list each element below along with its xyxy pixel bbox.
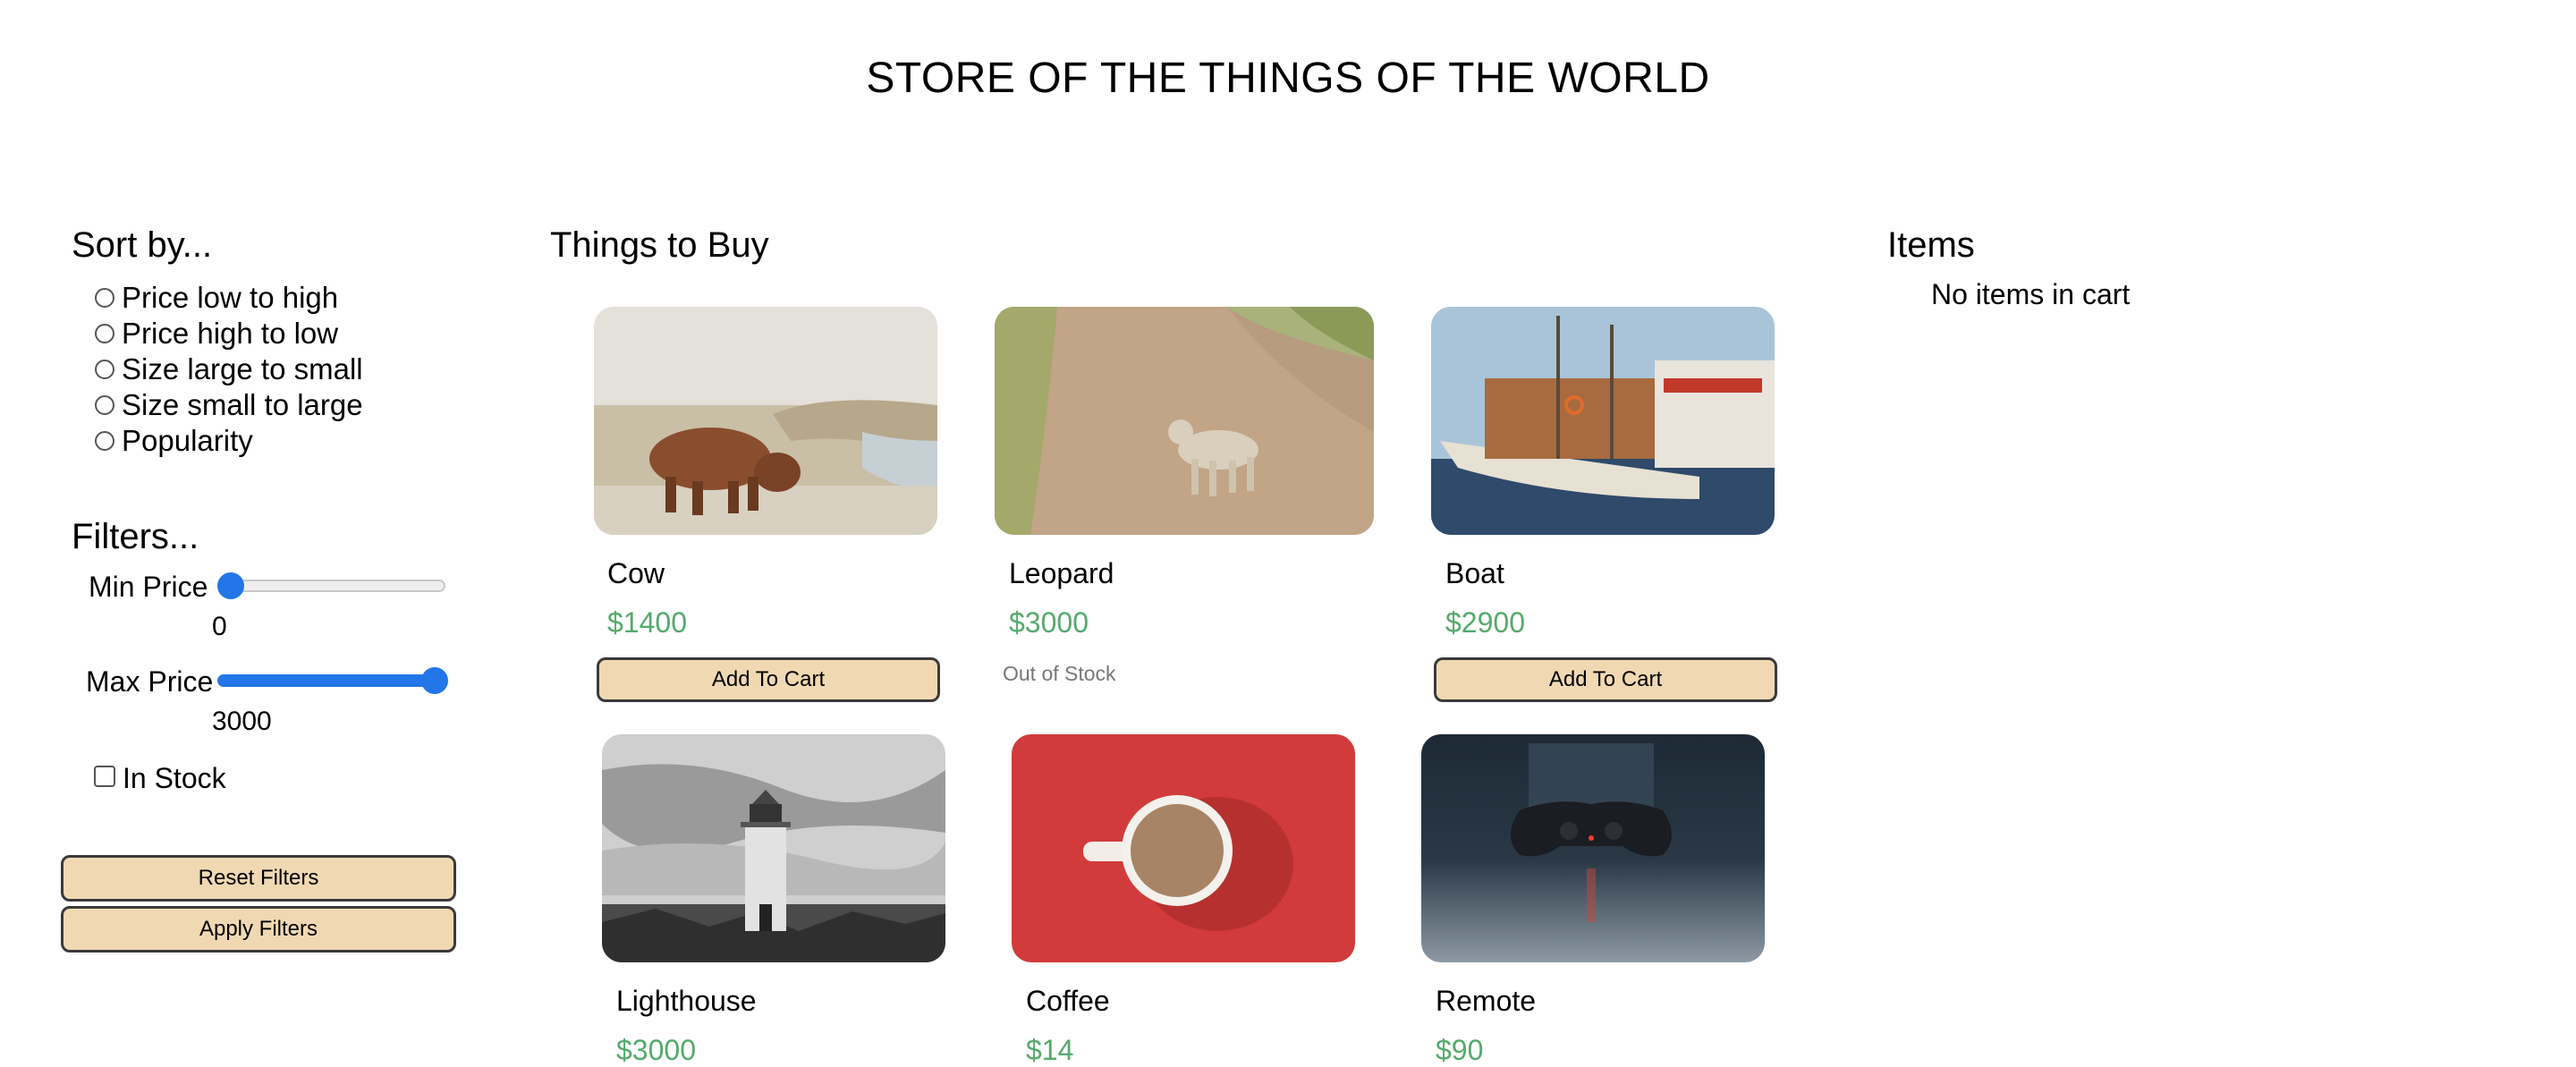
sort-option-label: Popularity [122, 424, 253, 457]
radio-button[interactable] [95, 360, 114, 379]
product-name-lighthouse: Lighthouse [616, 985, 757, 1017]
apply-filters-button[interactable]: Apply Filters [61, 906, 456, 953]
in-stock-label: In Stock [123, 762, 226, 794]
add-to-cart-boat-button[interactable]: Add To Cart [1434, 657, 1777, 702]
product-price-leopard: $3000 [1009, 606, 1089, 639]
leopard-photo [995, 307, 1374, 535]
radio-button[interactable] [95, 395, 114, 415]
sort-heading: Sort by... [72, 225, 213, 265]
min-price-label: Min Price [89, 571, 208, 603]
max-price-value: 3000 [212, 707, 272, 736]
product-price-lighthouse: $3000 [616, 1034, 696, 1066]
things-to-buy-heading: Things to Buy [550, 225, 769, 265]
sort-option-label: Price low to high [122, 281, 339, 314]
radio-button[interactable] [95, 431, 114, 451]
out-of-stock-label: Out of Stock [1003, 662, 1116, 685]
product-name-cow: Cow [607, 557, 665, 589]
boat-photo [1431, 307, 1775, 535]
cart-empty-message: No items in cart [1931, 278, 2131, 310]
filters-heading: Filters... [72, 517, 199, 556]
product-price-boat: $2900 [1445, 606, 1525, 639]
product-name-coffee: Coffee [1026, 985, 1110, 1017]
min-price-slider-thumb[interactable] [217, 572, 244, 599]
sort-option-size-large-small[interactable]: Size large to small [95, 351, 363, 387]
product-price-remote: $90 [1436, 1034, 1484, 1066]
sort-option-price-high-low[interactable]: Price high to low [95, 316, 338, 351]
sort-option-label: Price high to low [122, 317, 339, 350]
sort-option-price-low-high[interactable]: Price low to high [95, 280, 338, 316]
radio-button[interactable] [95, 288, 114, 308]
min-price-slider-track[interactable] [217, 580, 445, 592]
sort-option-label: Size small to large [122, 388, 363, 421]
product-name-leopard: Leopard [1009, 557, 1114, 589]
lighthouse-photo [602, 734, 945, 962]
product-price-coffee: $14 [1026, 1034, 1074, 1066]
product-name-remote: Remote [1436, 985, 1537, 1017]
radio-button[interactable] [95, 324, 114, 343]
in-stock-checkbox[interactable] [94, 766, 115, 787]
sort-option-popularity[interactable]: Popularity [95, 423, 253, 459]
product-name-boat: Boat [1445, 557, 1504, 589]
max-price-label: Max Price [86, 665, 214, 698]
reset-filters-button[interactable]: Reset Filters [61, 855, 456, 902]
product-price-cow: $1400 [607, 606, 687, 639]
game-controller-photo [1421, 734, 1765, 962]
cart-heading: Items [1887, 225, 1975, 265]
min-price-value: 0 [212, 612, 227, 641]
sort-option-label: Size large to small [122, 352, 363, 385]
max-price-slider-track[interactable] [217, 674, 445, 687]
add-to-cart-cow-button[interactable]: Add To Cart [597, 657, 940, 702]
coffee-cup-photo [1012, 734, 1355, 962]
sort-option-size-small-large[interactable]: Size small to large [95, 387, 363, 423]
max-price-slider-thumb[interactable] [421, 667, 448, 694]
highland-cow-photo [594, 307, 937, 535]
page-title: STORE OF THE THINGS OF THE WORLD [866, 55, 1710, 102]
